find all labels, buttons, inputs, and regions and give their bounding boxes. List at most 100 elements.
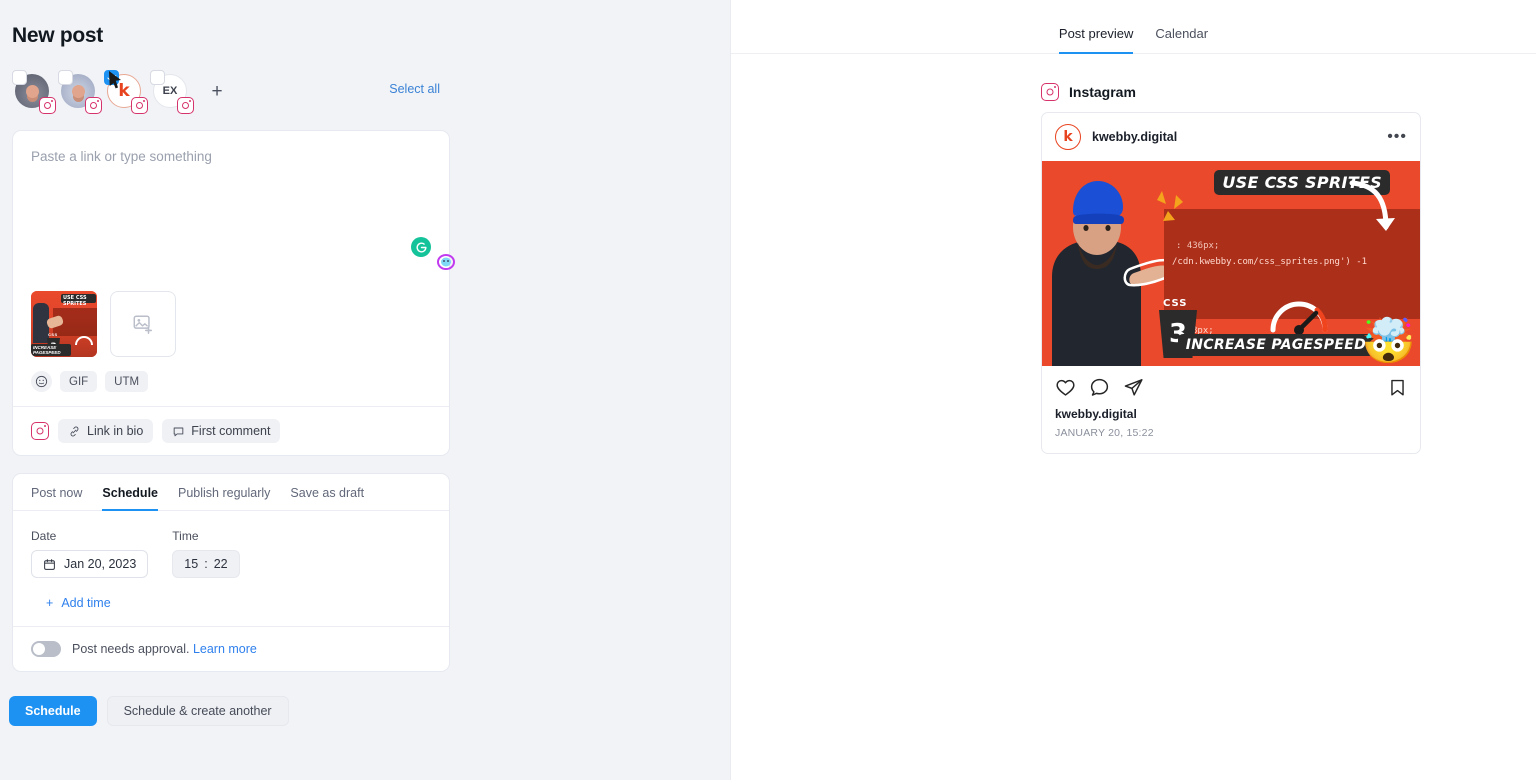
assistant-blob-icon[interactable] (436, 253, 456, 276)
post-date: JANUARY 20, 15:22 (1055, 427, 1154, 439)
avatar-face-icon (25, 84, 39, 98)
composer-card: Paste a link or type something USE CSS S… (12, 130, 455, 456)
instagram-icon (177, 97, 194, 114)
bookmark-icon[interactable] (1388, 377, 1407, 398)
grammarly-glyph (415, 241, 427, 253)
account-avatar-1[interactable] (12, 70, 56, 114)
account-selector: k EX + Select all (12, 70, 450, 114)
arrow-icon (1349, 180, 1395, 231)
post-actions (1042, 366, 1420, 402)
add-media-button[interactable] (110, 291, 176, 357)
schedule-button[interactable]: Schedule (9, 696, 97, 726)
account-avatar-2[interactable] (58, 70, 102, 114)
network-label: Instagram (1069, 84, 1136, 100)
preview-tabs: Post preview Calendar (731, 0, 1536, 54)
image-css-badge: CSS (1163, 298, 1188, 309)
share-icon[interactable] (1123, 377, 1144, 398)
like-icon[interactable] (1055, 377, 1076, 398)
learn-more-link[interactable]: Learn more (193, 642, 257, 656)
composer-area[interactable]: Paste a link or type something (13, 131, 455, 291)
utm-button[interactable]: UTM (105, 371, 149, 392)
page-title: New post (12, 24, 103, 47)
account-checkbox-1[interactable] (12, 70, 27, 85)
tab-save-as-draft[interactable]: Save as draft (290, 486, 364, 511)
date-value: Jan 20, 2023 (64, 557, 137, 571)
plus-icon: + (46, 596, 54, 610)
account-checkbox-2[interactable] (58, 70, 73, 85)
instagram-icon (131, 97, 148, 114)
gif-button[interactable]: GIF (60, 371, 98, 392)
image-code-line-2: /cdn.kwebby.com/css_sprites.png') -1 (1172, 257, 1368, 267)
account-checkbox-4[interactable] (150, 70, 165, 85)
account-avatar-4[interactable]: EX (150, 70, 194, 114)
time-hour[interactable]: 15 (184, 557, 198, 571)
time-label: Time (172, 529, 199, 543)
composer-placeholder: Paste a link or type something (31, 149, 212, 164)
time-minute[interactable]: 22 (214, 557, 228, 571)
schedule-create-another-button[interactable]: Schedule & create another (106, 696, 289, 726)
instagram-icon (31, 422, 49, 440)
schedule-tabs: Post now Schedule Publish regularly Save… (13, 474, 449, 511)
schedule-card: Post now Schedule Publish regularly Save… (12, 473, 450, 672)
tab-publish-regularly[interactable]: Publish regularly (178, 486, 270, 511)
new-post-panel: New post k EX + Select all Paste a link … (0, 0, 730, 780)
link-icon (70, 426, 79, 436)
calendar-icon (44, 558, 55, 570)
avatar-face-icon (71, 84, 85, 98)
person-illustration (1052, 181, 1164, 366)
composer-footer: Link in bio First comment (13, 407, 449, 455)
tab-calendar[interactable]: Calendar (1155, 26, 1208, 54)
approval-label: Post needs approval. (72, 642, 190, 656)
tab-post-now[interactable]: Post now (31, 486, 82, 511)
date-label: Date (31, 529, 57, 543)
date-field-group: Date Jan 20, 2023 (31, 529, 149, 578)
approval-row: Post needs approval. Learn more (13, 627, 449, 671)
post-more-icon[interactable]: ••• (1387, 129, 1407, 145)
schedule-body: Date Jan 20, 2023 Time 15: 22 + Add tim… (13, 511, 449, 626)
grammarly-icon[interactable] (411, 237, 431, 257)
approval-text: Post needs approval. Learn more (72, 642, 257, 656)
tab-schedule[interactable]: Schedule (102, 486, 158, 511)
post-caption: kwebby.digital (1055, 407, 1137, 421)
avatar-initials: EX (162, 85, 178, 97)
instagram-icon (39, 97, 56, 114)
composer-tools: GIF UTM (13, 357, 449, 406)
instagram-icon (85, 97, 102, 114)
image-code-line-1: : 436px; (1176, 241, 1220, 251)
emoji-icon (35, 375, 48, 388)
approval-toggle[interactable] (31, 641, 61, 657)
post-avatar: k (1055, 124, 1081, 150)
select-all-link[interactable]: Select all (389, 82, 440, 96)
date-input[interactable]: Jan 20, 2023 (31, 550, 149, 578)
action-buttons: Schedule Schedule & create another (9, 696, 730, 726)
add-image-icon (133, 315, 153, 334)
first-comment-button[interactable]: First comment (162, 419, 281, 443)
spark-icon (1157, 191, 1183, 221)
preview-network-header: Instagram (1041, 83, 1536, 101)
time-separator: : (204, 557, 208, 571)
add-time-label: Add time (61, 596, 111, 610)
post-username: kwebby.digital (1092, 130, 1178, 144)
first-comment-label: First comment (191, 424, 271, 438)
instagram-icon (1041, 83, 1059, 101)
add-account-button[interactable]: + (204, 79, 230, 105)
exploding-head-emoji-icon: 🤯 (1361, 317, 1416, 366)
time-input[interactable]: 15 : 22 (172, 550, 240, 578)
blob-glyph (437, 254, 455, 270)
app-root: New post k EX + Select all Paste a link … (0, 0, 1536, 780)
tab-post-preview[interactable]: Post preview (1058, 26, 1134, 54)
comment-icon[interactable] (1089, 377, 1110, 398)
post-image: USE CSS SPRITES : 436px; /cdn.kwebby.com… (1042, 161, 1420, 366)
link-in-bio-label: Link in bio (87, 424, 144, 438)
media-attachments: USE CSS SPRITES 3 CSS INCREASE PAGESPEED (13, 291, 449, 357)
mouse-cursor-icon (109, 71, 121, 89)
schedule-fields: Date Jan 20, 2023 Time 15: 22 (31, 529, 431, 578)
post-header: k kwebby.digital ••• (1042, 113, 1420, 161)
instagram-post-preview: k kwebby.digital ••• USE CSS SPRITES: 4… (1041, 112, 1421, 454)
comment-icon (174, 427, 184, 436)
add-time-button[interactable]: + Add time (31, 578, 111, 626)
emoji-button[interactable] (31, 371, 52, 392)
media-thumbnail[interactable]: USE CSS SPRITES 3 CSS INCREASE PAGESPEED (31, 291, 97, 357)
time-field-group: Time 15 : 22 (172, 529, 240, 578)
link-in-bio-button[interactable]: Link in bio (58, 419, 154, 443)
